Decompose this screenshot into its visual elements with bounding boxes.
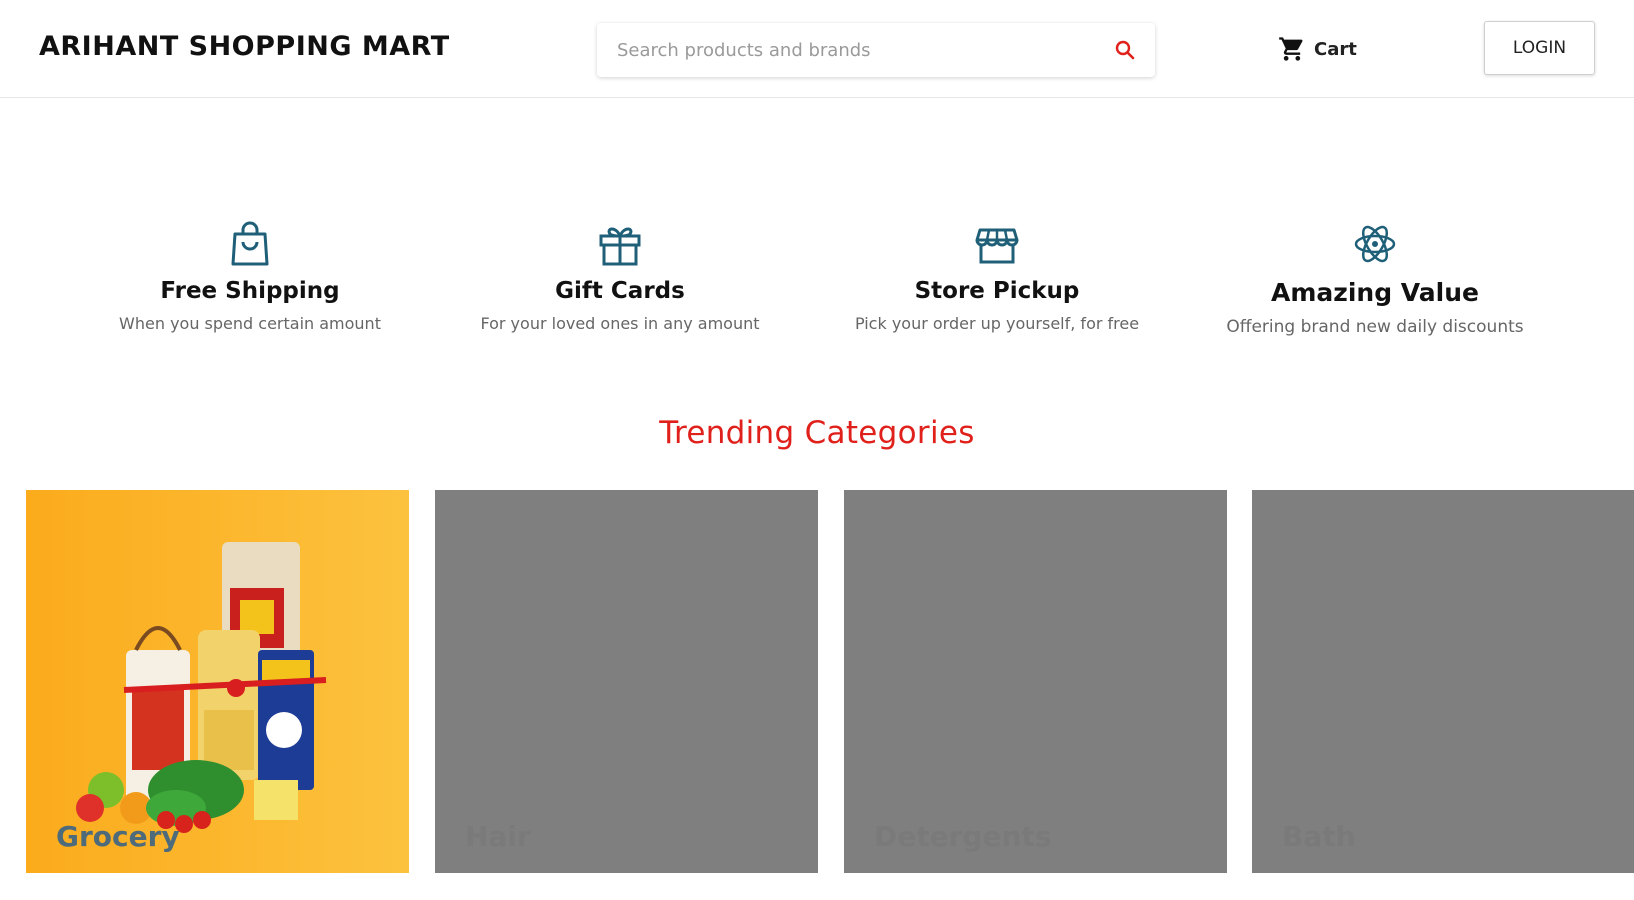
- feature-description: When you spend certain amount: [119, 314, 381, 333]
- search-icon[interactable]: [1113, 38, 1137, 62]
- category-label: Hair: [465, 820, 531, 853]
- cart-button[interactable]: Cart: [1278, 33, 1357, 65]
- top-nav-bar: ARIHANT SHOPPING MART Cart LOGIN: [0, 0, 1634, 98]
- features-row: Free Shipping When you spend certain amo…: [0, 220, 1634, 350]
- category-label: Grocery: [56, 820, 180, 853]
- grocery-products-image: [76, 542, 327, 833]
- trending-categories-heading: Trending Categories: [659, 415, 975, 451]
- store-icon: [975, 228, 1019, 264]
- category-label: Detergents: [874, 820, 1052, 853]
- category-card-detergents[interactable]: Detergents: [844, 490, 1227, 873]
- login-button[interactable]: LOGIN: [1484, 21, 1595, 75]
- feature-description: Pick your order up yourself, for free: [854, 314, 1140, 333]
- cart-icon: [1279, 37, 1303, 61]
- feature-free-shipping: Free Shipping When you spend certain amo…: [70, 220, 430, 333]
- feature-title: Amazing Value: [1271, 278, 1479, 307]
- shopping-bag-icon: [231, 221, 269, 266]
- gift-icon: [599, 227, 641, 266]
- category-card-bath[interactable]: Bath: [1252, 490, 1634, 873]
- search-bar: [597, 23, 1155, 77]
- feature-description: Offering brand new daily discounts: [1226, 317, 1524, 337]
- brand-logo-text[interactable]: ARIHANT SHOPPING MART: [39, 31, 450, 62]
- atom-icon: [1354, 225, 1396, 263]
- feature-title: Store Pickup: [914, 278, 1080, 304]
- category-card-grocery[interactable]: Grocery: [26, 490, 409, 873]
- feature-amazing-value: Amazing Value Offering brand new daily d…: [1195, 220, 1555, 337]
- category-card-hair[interactable]: Hair: [435, 490, 818, 873]
- feature-title: Free Shipping: [160, 278, 340, 304]
- feature-description: For your loved ones in any amount: [480, 314, 760, 333]
- feature-gift-cards: Gift Cards For your loved ones in any am…: [440, 220, 800, 333]
- feature-title: Gift Cards: [555, 278, 685, 304]
- feature-store-pickup: Store Pickup Pick your order up yourself…: [817, 220, 1177, 333]
- category-label: Bath: [1282, 820, 1356, 853]
- cart-label: Cart: [1314, 38, 1357, 60]
- search-input[interactable]: [617, 35, 1097, 65]
